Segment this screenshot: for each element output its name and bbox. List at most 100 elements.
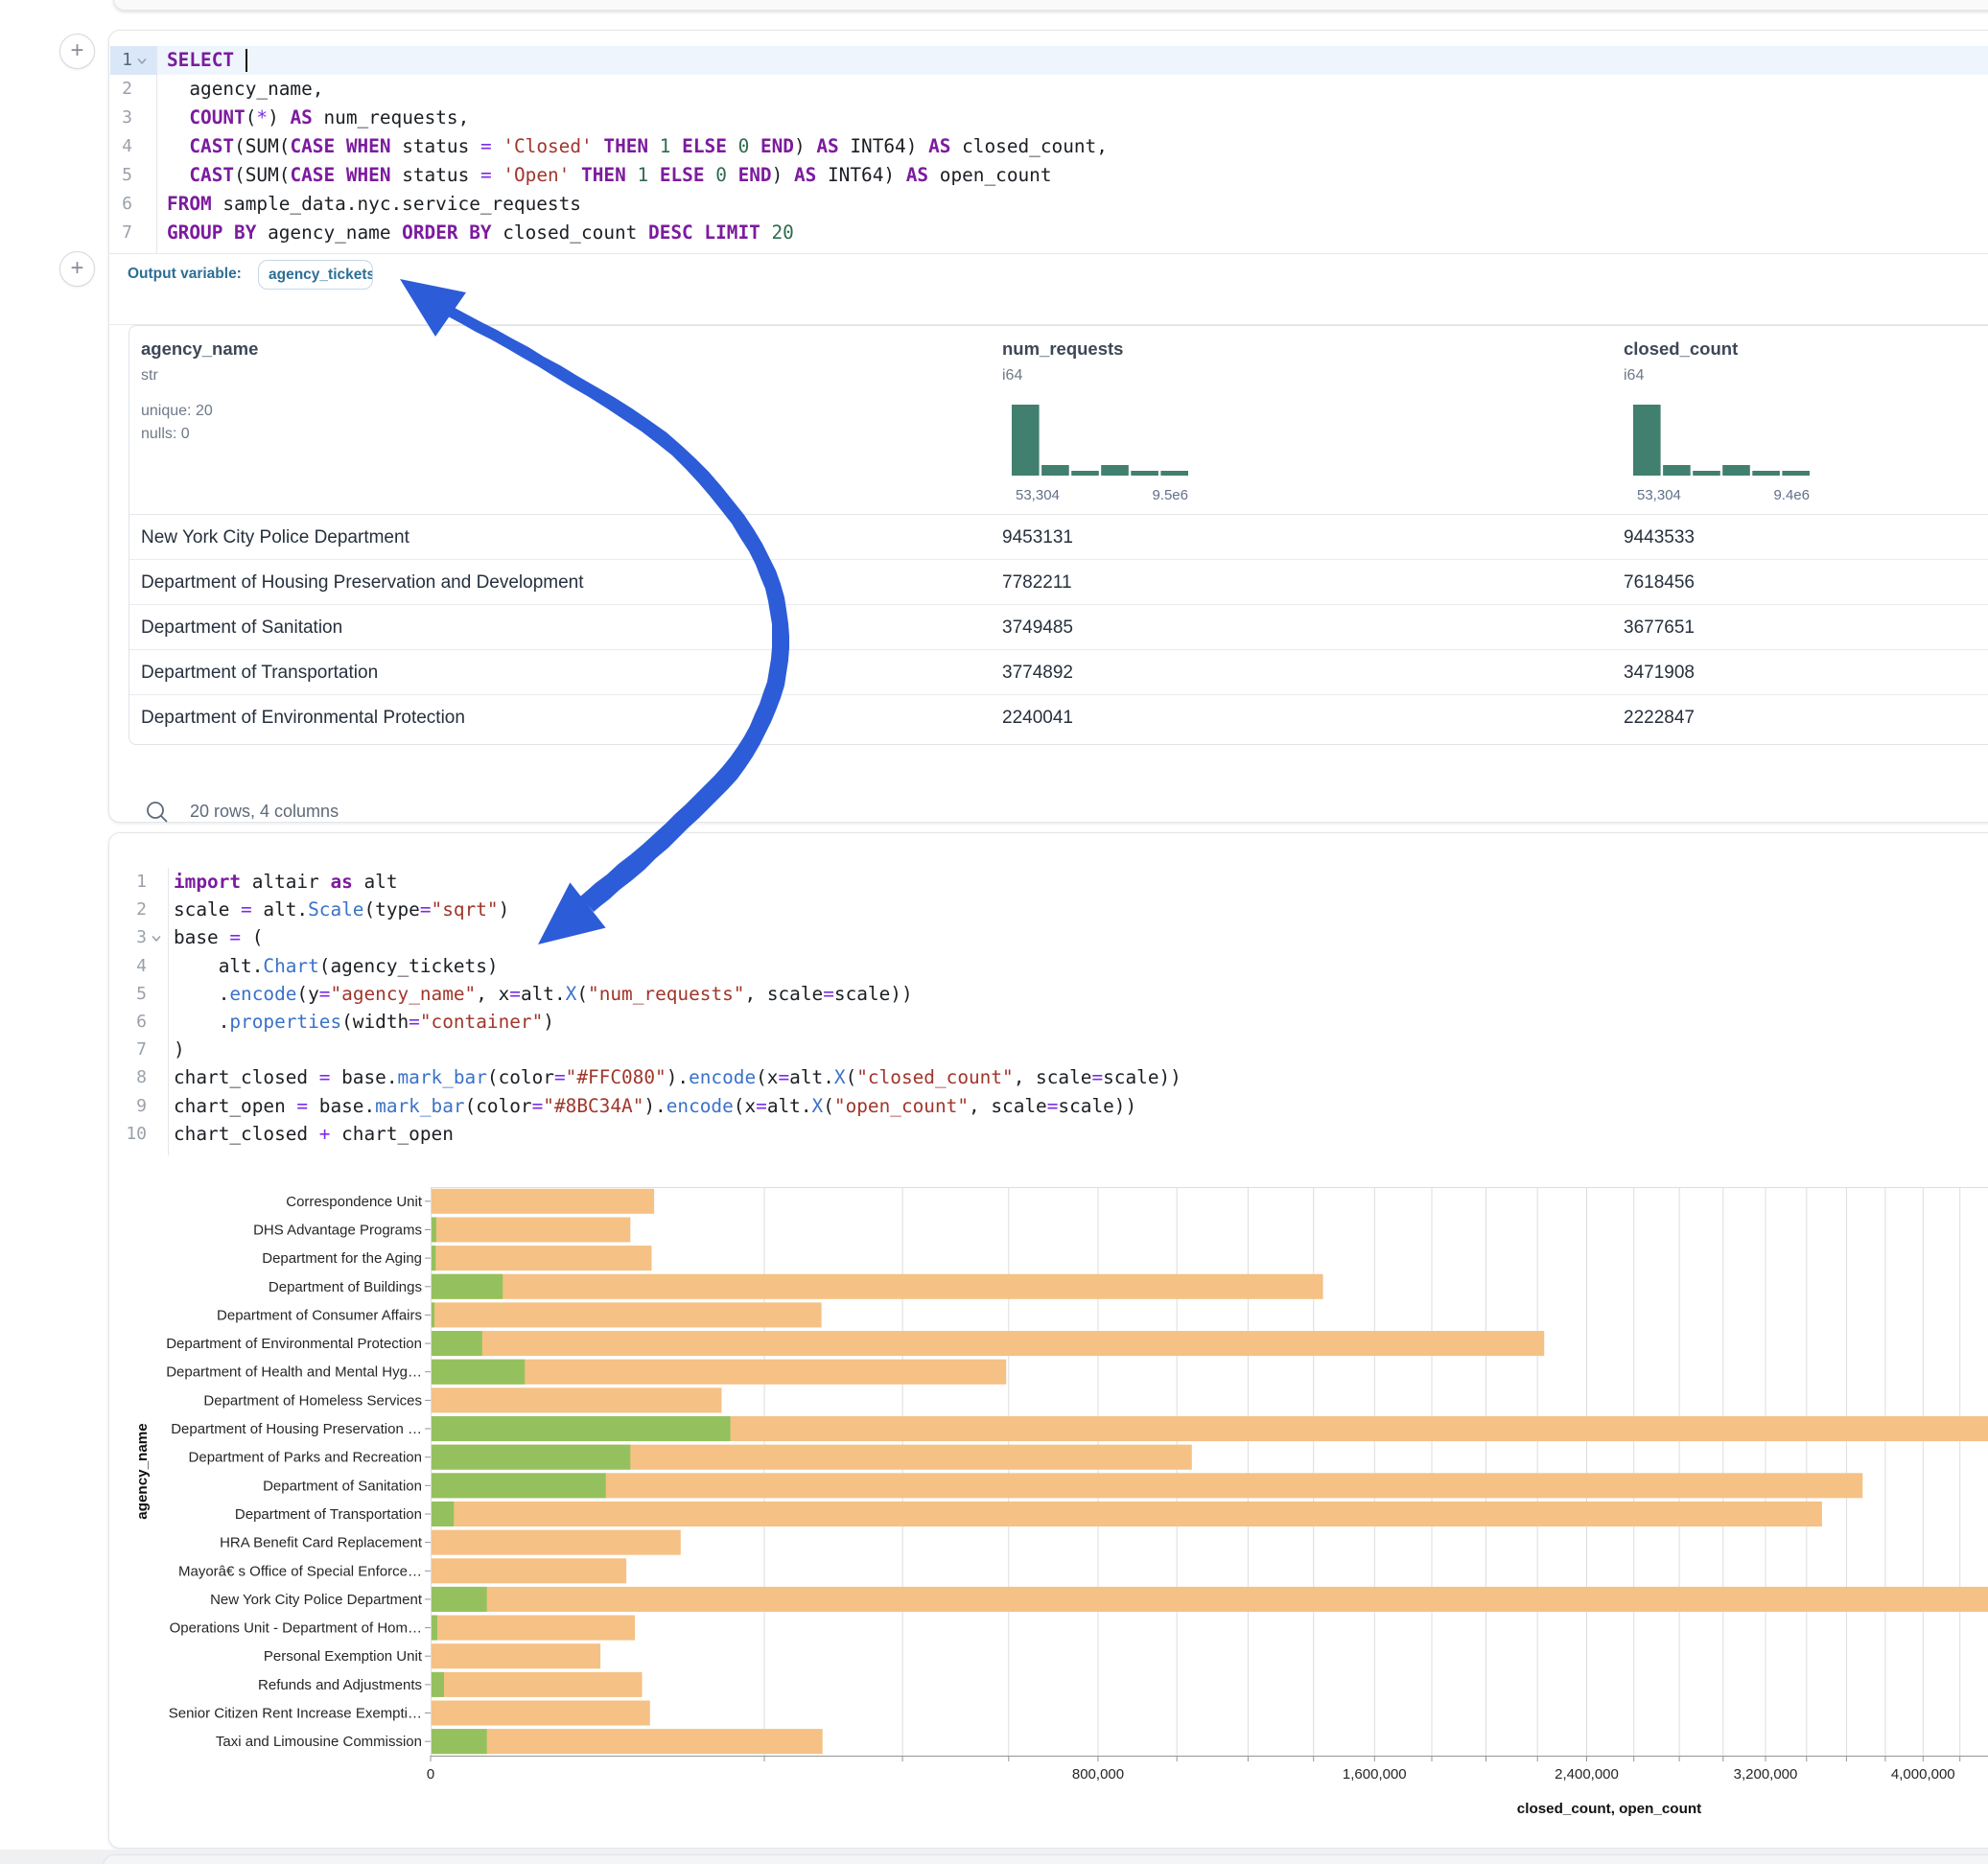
bar-closed[interactable]: [432, 1502, 1822, 1526]
x-axis-label: 800,000: [1072, 1766, 1124, 1782]
table-cell: 2240041: [1002, 695, 1073, 740]
line-number[interactable]: 4: [109, 132, 132, 161]
line-number[interactable]: 8: [109, 1063, 147, 1091]
bar-open[interactable]: [432, 1729, 487, 1754]
bar-closed[interactable]: [432, 1331, 1544, 1356]
line-number[interactable]: 6: [109, 190, 132, 219]
output-variable-pill[interactable]: agency_tickets: [258, 260, 373, 290]
fold-chevron-icon[interactable]: [151, 933, 162, 944]
bar-closed[interactable]: [432, 1616, 635, 1641]
y-axis-label: Operations Unit - Department of Hom…: [170, 1620, 422, 1637]
gutter-divider: [168, 868, 169, 1155]
code-line: FROM sample_data.nyc.service_requests: [167, 190, 581, 219]
bar-closed[interactable]: [432, 1189, 654, 1214]
sql-cell-card: 1SELECT 2 agency_name,3 COUNT(*) AS num_…: [108, 30, 1988, 823]
histogram-min-label: 53,304: [1637, 487, 1681, 503]
table-row[interactable]: New York City Police Department945313194…: [129, 515, 1988, 560]
code-line: GROUP BY agency_name ORDER BY closed_cou…: [167, 219, 794, 247]
bar-closed[interactable]: [432, 1643, 600, 1668]
y-axis-label: Department of Sanitation: [263, 1478, 422, 1494]
table-row[interactable]: Department of Transportation377489234719…: [129, 650, 1988, 695]
table-footer: 20 rows, 4 columns: [109, 745, 1988, 822]
y-axis-label: Department of Buildings: [269, 1279, 422, 1295]
line-number[interactable]: 2: [109, 75, 132, 104]
x-axis-label: 4,000,000: [1891, 1766, 1955, 1782]
bar-closed[interactable]: [432, 1729, 823, 1754]
bar-open[interactable]: [432, 1360, 525, 1385]
bar-open[interactable]: [432, 1416, 731, 1441]
code-line: .properties(width="container"): [174, 1008, 554, 1036]
line-number[interactable]: 2: [109, 896, 147, 923]
y-axis-label: Correspondence Unit: [286, 1194, 423, 1210]
line-number[interactable]: 5: [109, 980, 147, 1008]
histogram-min-label: 53,304: [1016, 487, 1060, 503]
bar-open[interactable]: [432, 1331, 482, 1356]
column-stat: nulls: 0: [141, 426, 190, 443]
y-axis-label: Mayorâ€ s Office of Special Enforce…: [178, 1563, 422, 1579]
code-line: chart_closed + chart_open: [174, 1120, 454, 1148]
table-row[interactable]: Department of Housing Preservation and D…: [129, 560, 1988, 605]
line-number[interactable]: 5: [109, 161, 132, 190]
table-row[interactable]: Department of Environmental Protection 22…: [129, 695, 1988, 740]
table-cell: 9443533: [1624, 515, 1695, 560]
output-variable-row: Output variable: agency_tickets: [109, 253, 1988, 324]
bar-closed[interactable]: [432, 1701, 650, 1726]
bar-closed[interactable]: [432, 1672, 643, 1697]
y-axis-label: Department of Housing Preservation …: [171, 1421, 422, 1437]
line-number[interactable]: 3: [109, 104, 132, 132]
bar-closed[interactable]: [432, 1217, 630, 1242]
add-cell-button-bottom[interactable]: +: [59, 251, 95, 287]
table-cell: Department of Housing Preservation and D…: [141, 560, 584, 605]
fold-chevron-icon[interactable]: [136, 56, 148, 67]
column-histogram[interactable]: [1012, 399, 1188, 476]
bar-closed[interactable]: [432, 1473, 1862, 1498]
y-axis-label: Department of Environmental Protection: [166, 1336, 422, 1352]
code-line: chart_closed = base.mark_bar(color="#FFC…: [174, 1063, 1181, 1091]
column-header[interactable]: closed_count: [1624, 338, 1738, 360]
y-axis-label: Senior Citizen Rent Increase Exempti…: [169, 1706, 422, 1722]
bar-open[interactable]: [432, 1274, 503, 1299]
bar-open[interactable]: [432, 1473, 606, 1498]
line-number[interactable]: 3: [109, 923, 147, 951]
bar-open[interactable]: [432, 1502, 454, 1526]
x-axis-label: 3,200,000: [1734, 1766, 1798, 1782]
code-line: ): [174, 1036, 185, 1063]
bar-closed[interactable]: [432, 1558, 626, 1583]
line-number[interactable]: 7: [109, 219, 132, 247]
bar-closed[interactable]: [432, 1387, 721, 1412]
column-type: str: [141, 367, 158, 384]
column-histogram[interactable]: [1633, 399, 1810, 476]
bar-closed[interactable]: [432, 1302, 822, 1327]
y-axis-label: DHS Advantage Programs: [253, 1223, 422, 1239]
y-axis-label: Department of Transportation: [235, 1506, 422, 1523]
line-number[interactable]: 1: [109, 868, 147, 896]
table-row[interactable]: Department of Sanitation37494853677651: [129, 605, 1988, 650]
column-header[interactable]: num_requests: [1002, 338, 1123, 360]
code-line: import altair as alt: [174, 868, 398, 896]
bar-open[interactable]: [432, 1246, 435, 1270]
line-number[interactable]: 1: [109, 46, 132, 75]
bar-closed[interactable]: [432, 1530, 681, 1555]
y-axis-label: New York City Police Department: [210, 1592, 423, 1608]
bar-open[interactable]: [432, 1217, 436, 1242]
bar-open[interactable]: [432, 1672, 444, 1697]
table-cell: Department of Transportation: [141, 650, 378, 695]
line-number[interactable]: 4: [109, 952, 147, 980]
line-number[interactable]: 9: [109, 1092, 147, 1120]
column-header[interactable]: agency_name: [141, 338, 258, 360]
table-cell: New York City Police Department: [141, 515, 409, 560]
bar-open[interactable]: [432, 1616, 437, 1641]
code-line: .encode(y="agency_name", x=alt.X("num_re…: [174, 980, 913, 1008]
bar-closed[interactable]: [432, 1246, 652, 1270]
line-number[interactable]: 10: [109, 1120, 147, 1148]
bar-open[interactable]: [432, 1445, 630, 1470]
line-number[interactable]: 6: [109, 1008, 147, 1036]
table-cell: Department of Environmental Protection: [141, 695, 465, 740]
search-icon[interactable]: [145, 800, 170, 829]
add-cell-button-top[interactable]: +: [59, 34, 95, 69]
line-number[interactable]: 7: [109, 1036, 147, 1063]
bar-open[interactable]: [432, 1302, 434, 1327]
bar-closed[interactable]: [432, 1274, 1323, 1299]
bar-open[interactable]: [432, 1587, 487, 1612]
bar-closed[interactable]: [432, 1587, 1988, 1612]
